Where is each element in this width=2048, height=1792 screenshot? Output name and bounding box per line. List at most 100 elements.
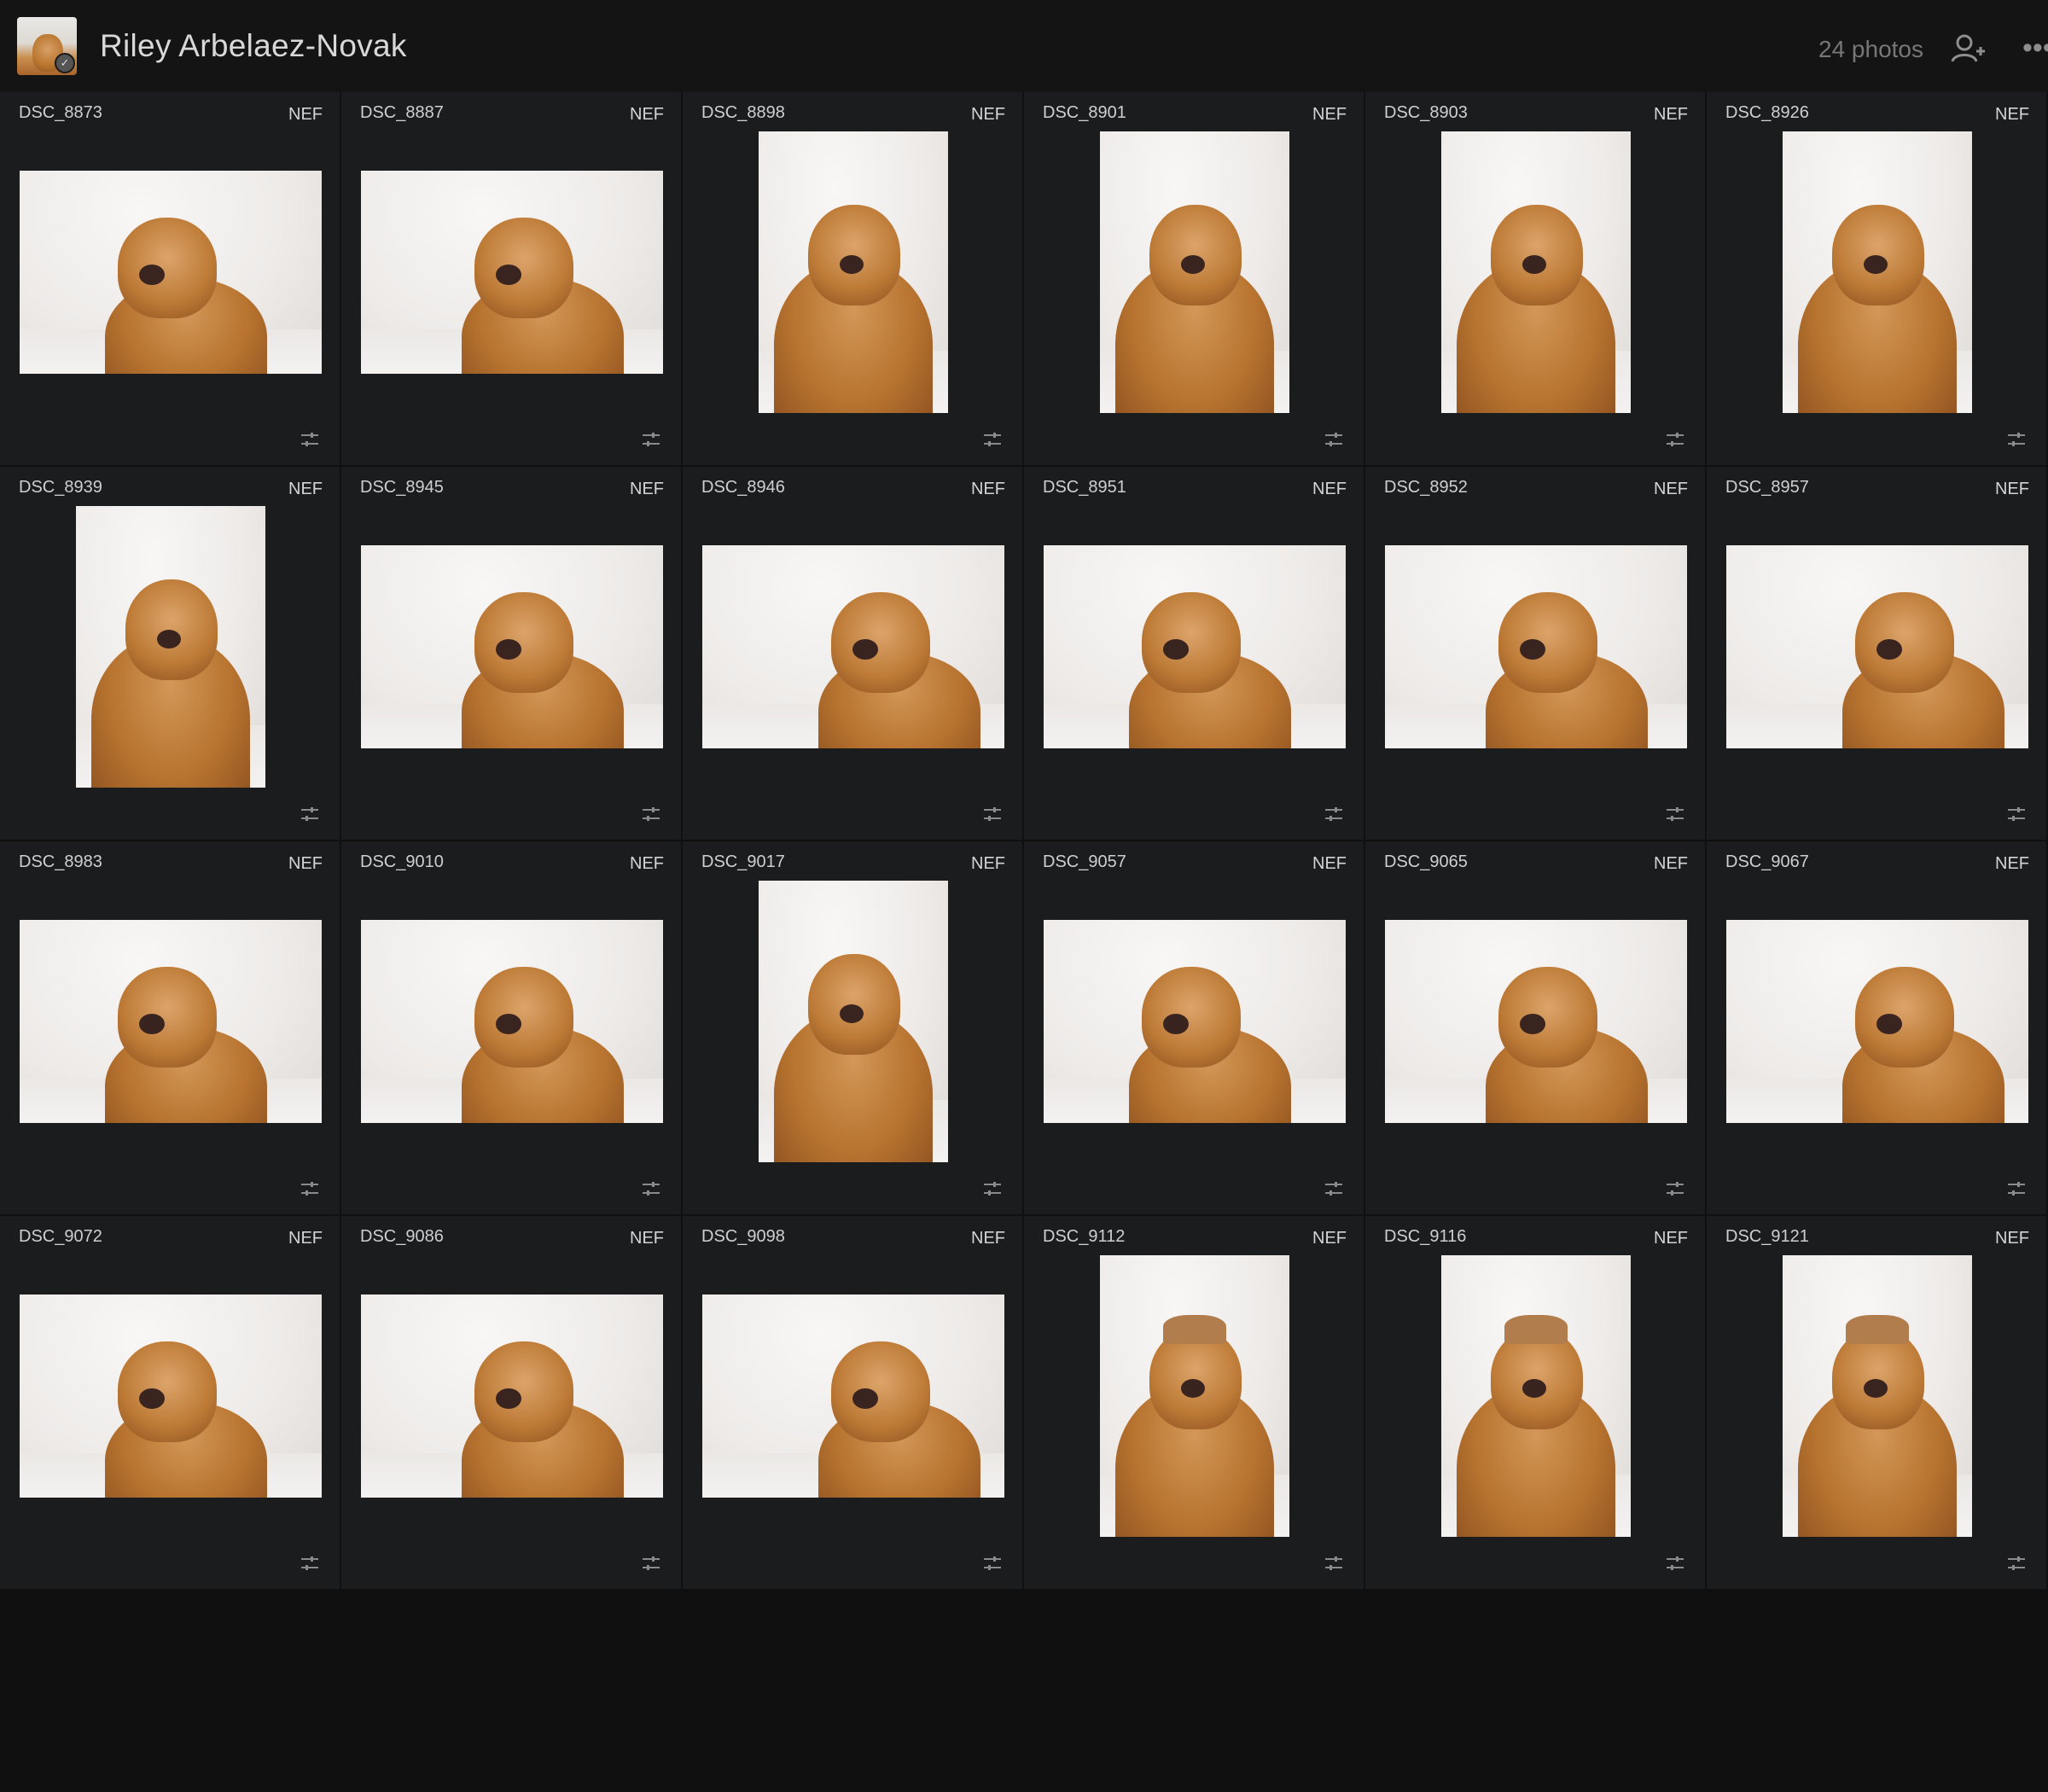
photo-cell-dsc-9121[interactable]: DSC_9121 NEF (1707, 1216, 2048, 1591)
edit-adjustments-icon[interactable] (1324, 806, 1343, 823)
raw-format-badge: NEF (288, 1229, 323, 1248)
photo-filename: DSC_8951 (1043, 478, 1126, 497)
photo-cell-dsc-9057[interactable]: DSC_9057 NEF (1024, 841, 1365, 1216)
photo-thumbnail[interactable] (1726, 545, 2028, 748)
photo-cell-dsc-9017[interactable]: DSC_9017 NEF (683, 841, 1024, 1216)
photo-thumbnail[interactable] (1441, 1255, 1631, 1537)
dog-head (1855, 592, 1954, 693)
photo-thumbnail[interactable] (702, 545, 1004, 748)
photo-thumbnail[interactable] (361, 171, 663, 374)
photo-cell-dsc-8952[interactable]: DSC_8952 NEF (1365, 467, 1707, 841)
photo-cell-dsc-8926[interactable]: DSC_8926 NEF (1707, 92, 2048, 467)
edit-adjustments-icon[interactable] (2007, 806, 2026, 823)
raw-format-badge: NEF (1312, 1229, 1347, 1248)
photo-filename: DSC_9067 (1725, 852, 1809, 871)
edit-adjustments-icon[interactable] (983, 806, 1002, 823)
photo-thumbnail[interactable] (361, 545, 663, 748)
photo-cell-dsc-9072[interactable]: DSC_9072 NEF (0, 1216, 341, 1591)
photo-thumbnail[interactable] (1441, 131, 1631, 413)
dog-nose (139, 1388, 165, 1409)
photo-thumbnail[interactable] (361, 920, 663, 1123)
photo-cell-dsc-8898[interactable]: DSC_8898 NEF (683, 92, 1024, 467)
edit-adjustments-icon[interactable] (642, 806, 660, 823)
edit-adjustments-icon[interactable] (1666, 806, 1684, 823)
edit-adjustments-icon[interactable] (1324, 1555, 1343, 1572)
photo-thumbnail[interactable] (1783, 1255, 1972, 1537)
photo-cell-dsc-9010[interactable]: DSC_9010 NEF (341, 841, 683, 1216)
edit-adjustments-icon[interactable] (1666, 431, 1684, 448)
photo-filename: DSC_9010 (360, 852, 444, 871)
photo-cell-dsc-9067[interactable]: DSC_9067 NEF (1707, 841, 2048, 1216)
owner-avatar[interactable]: ✓ (17, 17, 77, 75)
edit-adjustments-icon[interactable] (1666, 1555, 1684, 1572)
verified-check-icon: ✓ (55, 53, 75, 73)
photo-cell-dsc-8873[interactable]: DSC_8873 NEF (0, 92, 341, 467)
raw-format-badge: NEF (1312, 480, 1347, 498)
edit-adjustments-icon[interactable] (983, 1555, 1002, 1572)
raw-format-badge: NEF (288, 854, 323, 873)
edit-adjustments-icon[interactable] (300, 431, 319, 448)
photo-cell-dsc-8951[interactable]: DSC_8951 NEF (1024, 467, 1365, 841)
photo-cell-dsc-8945[interactable]: DSC_8945 NEF (341, 467, 683, 841)
edit-adjustments-icon[interactable] (300, 806, 319, 823)
edit-adjustments-icon[interactable] (1666, 1180, 1684, 1197)
photo-cell-dsc-9116[interactable]: DSC_9116 NEF (1365, 1216, 1707, 1591)
raw-format-badge: NEF (971, 854, 1005, 873)
dog-hat (1504, 1315, 1568, 1344)
photo-cell-dsc-9112[interactable]: DSC_9112 NEF (1024, 1216, 1365, 1591)
photo-filename: DSC_8939 (19, 478, 102, 497)
photo-thumbnail[interactable] (20, 920, 322, 1123)
photo-cell-dsc-9065[interactable]: DSC_9065 NEF (1365, 841, 1707, 1216)
photo-thumbnail[interactable] (759, 131, 948, 413)
photo-cell-dsc-9086[interactable]: DSC_9086 NEF (341, 1216, 683, 1591)
dog-nose (1876, 639, 1902, 660)
photo-thumbnail[interactable] (1100, 1255, 1289, 1537)
edit-adjustments-icon[interactable] (1324, 1180, 1343, 1197)
edit-adjustments-icon[interactable] (983, 431, 1002, 448)
photo-thumbnail[interactable] (1783, 131, 1972, 413)
edit-adjustments-icon[interactable] (1324, 431, 1343, 448)
dog-nose (1181, 1379, 1205, 1398)
edit-adjustments-icon[interactable] (642, 1555, 660, 1572)
dog-nose (1864, 255, 1888, 274)
photo-thumbnail[interactable] (1385, 545, 1687, 748)
raw-format-badge: NEF (288, 105, 323, 124)
photo-cell-dsc-8939[interactable]: DSC_8939 NEF (0, 467, 341, 841)
photo-cell-dsc-8887[interactable]: DSC_8887 NEF (341, 92, 683, 467)
photo-cell-dsc-8957[interactable]: DSC_8957 NEF (1707, 467, 2048, 841)
edit-adjustments-icon[interactable] (2007, 1180, 2026, 1197)
edit-adjustments-icon[interactable] (300, 1555, 319, 1572)
more-icon[interactable]: ••• (2022, 31, 2048, 65)
raw-format-badge: NEF (1654, 854, 1688, 873)
edit-adjustments-icon[interactable] (2007, 431, 2026, 448)
photo-thumbnail[interactable] (1385, 920, 1687, 1123)
photo-cell-dsc-8946[interactable]: DSC_8946 NEF (683, 467, 1024, 841)
photo-thumbnail[interactable] (20, 1295, 322, 1498)
photo-cell-dsc-9098[interactable]: DSC_9098 NEF (683, 1216, 1024, 1591)
share-people-icon[interactable] (1949, 29, 1987, 67)
photo-thumbnail[interactable] (1044, 920, 1346, 1123)
photo-cell-dsc-8983[interactable]: DSC_8983 NEF (0, 841, 341, 1216)
photo-thumbnail[interactable] (1044, 545, 1346, 748)
raw-format-badge: NEF (971, 480, 1005, 498)
photo-cell-dsc-8903[interactable]: DSC_8903 NEF (1365, 92, 1707, 467)
edit-adjustments-icon[interactable] (983, 1180, 1002, 1197)
dog-nose (139, 1014, 165, 1034)
photo-thumbnail[interactable] (1726, 920, 2028, 1123)
edit-adjustments-icon[interactable] (2007, 1555, 2026, 1572)
photo-cell-dsc-8901[interactable]: DSC_8901 NEF (1024, 92, 1365, 467)
photo-count: 24 photos (1818, 36, 1923, 62)
album-view: ✓ Riley Arbelaez-Novak 24 photos ••• DSC… (0, 0, 2048, 1792)
dog-head (1142, 967, 1241, 1068)
photo-thumbnail[interactable] (759, 881, 948, 1162)
photo-thumbnail[interactable] (76, 506, 265, 788)
photo-thumbnail[interactable] (20, 171, 322, 374)
dog-nose (1163, 1014, 1189, 1034)
raw-format-badge: NEF (630, 480, 664, 498)
edit-adjustments-icon[interactable] (642, 1180, 660, 1197)
edit-adjustments-icon[interactable] (642, 431, 660, 448)
edit-adjustments-icon[interactable] (300, 1180, 319, 1197)
photo-thumbnail[interactable] (361, 1295, 663, 1498)
photo-thumbnail[interactable] (1100, 131, 1289, 413)
photo-thumbnail[interactable] (702, 1295, 1004, 1498)
